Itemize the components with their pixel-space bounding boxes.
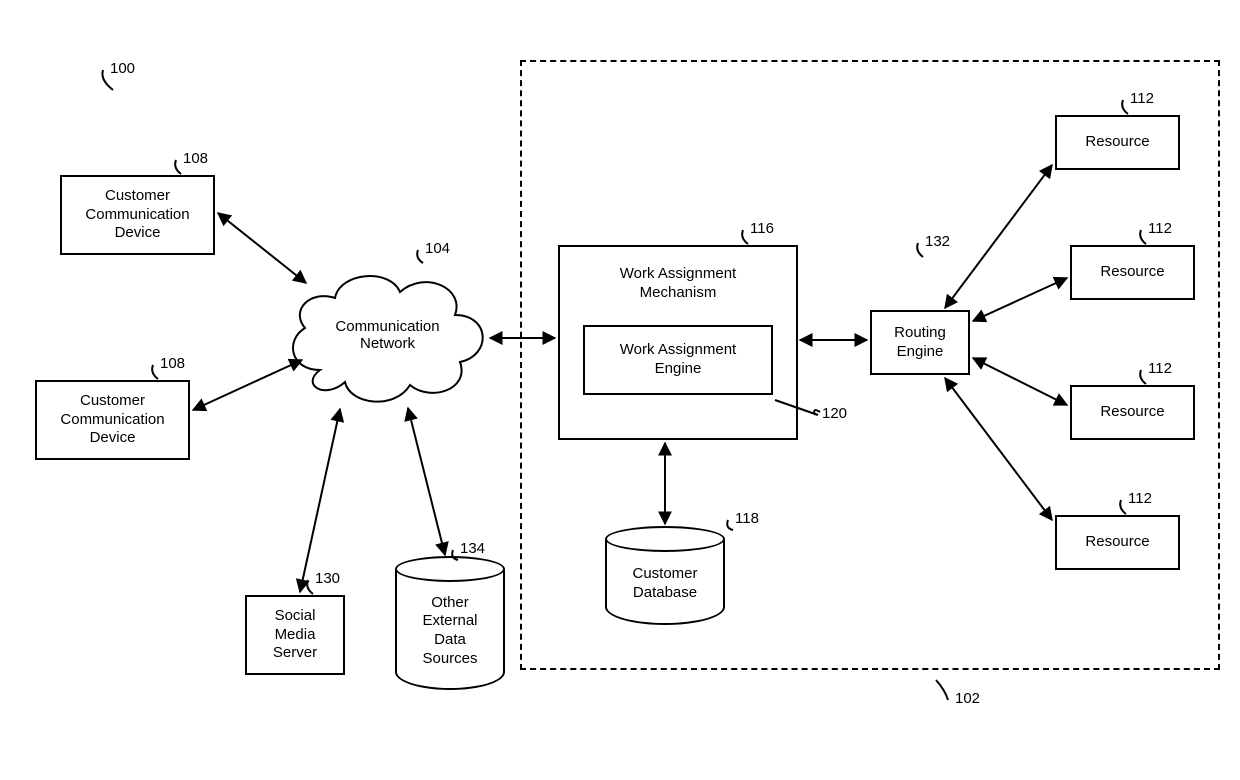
communication-network-cloud: CommunicationNetwork — [280, 260, 495, 410]
ref-label: 100 — [110, 60, 135, 77]
external-data-sources-db: OtherExternalDataSources — [395, 570, 505, 690]
resource-label: Resource — [1100, 403, 1164, 422]
resource-box: Resource — [1055, 515, 1180, 570]
network-label: CommunicationNetwork — [335, 318, 439, 352]
ref-label: 112 — [1130, 90, 1154, 107]
resource-label: Resource — [1085, 133, 1149, 152]
work-assignment-mechanism-label: Work AssignmentMechanism — [620, 265, 736, 303]
ref-label: 104 — [425, 240, 450, 257]
resource-label: Resource — [1100, 263, 1164, 282]
work-assignment-engine-label: Work AssignmentEngine — [620, 341, 736, 379]
external-data-sources-label: OtherExternalDataSources — [422, 594, 477, 669]
ref-label: 108 — [183, 150, 208, 167]
routing-engine-box: RoutingEngine — [870, 310, 970, 375]
routing-engine-label: RoutingEngine — [894, 324, 946, 362]
ref-label: 102 — [955, 690, 980, 707]
diagram-stage: CustomerCommunicationDevice CustomerComm… — [0, 0, 1240, 780]
resource-box: Resource — [1055, 115, 1180, 170]
customer-database-db: CustomerDatabase — [605, 540, 725, 625]
ref-label: 116 — [750, 220, 774, 237]
resource-label: Resource — [1085, 533, 1149, 552]
social-media-server-label: SocialMediaServer — [273, 607, 317, 663]
social-media-server-box: SocialMediaServer — [245, 595, 345, 675]
work-assignment-mechanism-box: Work AssignmentMechanism Work Assignment… — [558, 245, 798, 440]
ref-label: 108 — [160, 355, 185, 372]
resource-box: Resource — [1070, 245, 1195, 300]
work-assignment-engine-box: Work AssignmentEngine — [583, 325, 773, 395]
customer-database-label: CustomerDatabase — [632, 565, 697, 603]
customer-device-box: CustomerCommunicationDevice — [35, 380, 190, 460]
ref-label: 134 — [460, 540, 485, 557]
ref-label: 112 — [1148, 360, 1172, 377]
ref-label: 132 — [925, 233, 950, 250]
customer-device-label: CustomerCommunicationDevice — [60, 392, 164, 448]
ref-label: 130 — [315, 570, 340, 587]
customer-device-box: CustomerCommunicationDevice — [60, 175, 215, 255]
ref-label: 120 — [822, 405, 847, 422]
ref-label: 118 — [735, 510, 759, 527]
ref-label: 112 — [1148, 220, 1172, 237]
customer-device-label: CustomerCommunicationDevice — [85, 187, 189, 243]
resource-box: Resource — [1070, 385, 1195, 440]
ref-label: 112 — [1128, 490, 1152, 507]
